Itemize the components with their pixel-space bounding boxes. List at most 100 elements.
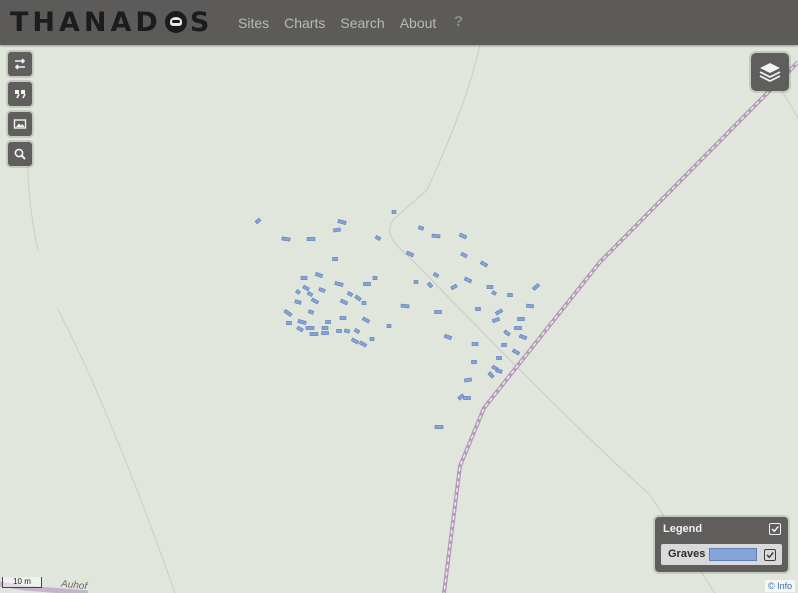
grave-feature[interactable] <box>494 308 504 316</box>
grave-feature[interactable] <box>374 234 382 242</box>
grave-feature[interactable] <box>518 333 528 341</box>
grave-feature[interactable] <box>432 271 440 279</box>
info-link[interactable]: © Info <box>765 580 796 592</box>
nav-charts[interactable]: Charts <box>284 15 325 31</box>
grave-feature[interactable] <box>495 368 503 374</box>
grave-feature[interactable] <box>369 337 375 341</box>
grave-feature[interactable] <box>353 327 361 335</box>
grave-feature[interactable] <box>526 303 534 309</box>
legend-toggle-checkbox[interactable] <box>769 523 781 535</box>
grave-feature[interactable] <box>325 320 331 324</box>
grave-feature[interactable] <box>458 232 468 240</box>
grave-feature[interactable] <box>491 316 501 324</box>
grave-feature[interactable] <box>281 236 291 242</box>
search-icon[interactable] <box>8 142 32 166</box>
grave-feature[interactable] <box>511 348 521 356</box>
grave-feature[interactable] <box>450 283 458 291</box>
grave-feature[interactable] <box>350 337 360 345</box>
grave-feature[interactable] <box>434 425 444 429</box>
layers-icon[interactable] <box>751 53 789 91</box>
grave-feature[interactable] <box>507 293 513 297</box>
grave-feature[interactable] <box>336 329 342 333</box>
grave-feature[interactable] <box>306 237 316 241</box>
nav-sites[interactable]: Sites <box>238 15 269 31</box>
grave-feature[interactable] <box>460 251 468 259</box>
grave-feature[interactable] <box>358 340 368 348</box>
graves-layer-checkbox[interactable] <box>764 549 776 561</box>
grave-feature[interactable] <box>501 343 507 347</box>
grave-feature[interactable] <box>321 331 329 335</box>
grave-feature[interactable] <box>296 325 304 333</box>
grave-feature[interactable] <box>300 276 308 280</box>
scale-bar: 10 m <box>2 577 42 588</box>
grave-feature[interactable] <box>309 332 319 336</box>
grave-feature[interactable] <box>332 227 342 233</box>
legend-item-graves: Graves <box>661 544 782 565</box>
grave-feature[interactable] <box>286 321 292 325</box>
map-toolbar <box>8 52 32 166</box>
grave-feature[interactable] <box>463 276 473 284</box>
grave-feature[interactable] <box>254 217 262 225</box>
brand-logo[interactable]: THANAD S <box>10 6 213 38</box>
grave-feature[interactable] <box>339 298 349 306</box>
swap-icon[interactable] <box>8 52 32 76</box>
grave-feature[interactable] <box>491 290 497 296</box>
grave-feature[interactable] <box>431 233 441 239</box>
grave-feature[interactable] <box>310 297 320 305</box>
grave-feature[interactable] <box>332 257 338 261</box>
grave-feature[interactable] <box>517 317 525 321</box>
image-icon[interactable] <box>8 112 32 136</box>
grave-feature[interactable] <box>297 319 307 325</box>
grave-feature[interactable] <box>334 281 344 287</box>
skull-icon <box>164 11 187 33</box>
grave-feature[interactable] <box>314 271 324 279</box>
grave-feature[interactable] <box>386 324 392 328</box>
grave-feature[interactable] <box>413 280 419 284</box>
path-line <box>56 307 176 593</box>
grave-feature[interactable] <box>514 326 522 330</box>
grave-feature[interactable] <box>391 210 397 214</box>
grave-feature[interactable] <box>434 310 442 314</box>
grave-feature[interactable] <box>372 276 378 280</box>
grave-feature[interactable] <box>361 316 371 324</box>
grave-feature[interactable] <box>531 283 541 291</box>
grave-feature[interactable] <box>295 289 301 295</box>
map-canvas[interactable] <box>0 45 798 593</box>
grave-feature[interactable] <box>302 284 310 292</box>
grave-feature[interactable] <box>354 294 362 302</box>
grave-feature[interactable] <box>283 308 293 318</box>
grave-feature[interactable] <box>321 326 329 330</box>
grave-feature[interactable] <box>363 282 371 286</box>
grave-feature[interactable] <box>417 225 425 231</box>
grave-feature[interactable] <box>337 219 347 225</box>
main-nav: Sites Charts Search About <box>238 0 436 45</box>
grave-feature[interactable] <box>339 316 347 320</box>
grave-feature[interactable] <box>463 396 471 400</box>
grave-feature[interactable] <box>400 303 410 309</box>
grave-feature[interactable] <box>318 287 326 293</box>
grave-feature[interactable] <box>443 333 453 341</box>
help-button[interactable]: ? <box>454 13 463 30</box>
graves-layer[interactable] <box>254 210 541 429</box>
grave-feature[interactable] <box>471 360 477 364</box>
grave-feature[interactable] <box>361 301 367 305</box>
grave-feature[interactable] <box>463 377 473 383</box>
grave-feature[interactable] <box>487 371 495 379</box>
grave-feature[interactable] <box>426 281 434 289</box>
grave-feature[interactable] <box>479 260 489 268</box>
grave-feature[interactable] <box>496 356 502 360</box>
grave-feature[interactable] <box>346 290 354 298</box>
grave-feature[interactable] <box>307 309 315 315</box>
quote-icon[interactable] <box>8 82 32 106</box>
grave-feature[interactable] <box>503 329 511 337</box>
grave-feature[interactable] <box>486 285 494 289</box>
grave-feature[interactable] <box>475 307 481 311</box>
grave-feature[interactable] <box>471 342 479 346</box>
grave-feature[interactable] <box>306 290 314 298</box>
grave-feature[interactable] <box>305 326 315 330</box>
grave-feature[interactable] <box>294 299 302 305</box>
legend-title: Legend <box>663 523 703 535</box>
nav-search[interactable]: Search <box>340 15 384 31</box>
nav-about[interactable]: About <box>400 15 437 31</box>
grave-feature[interactable] <box>343 328 351 334</box>
